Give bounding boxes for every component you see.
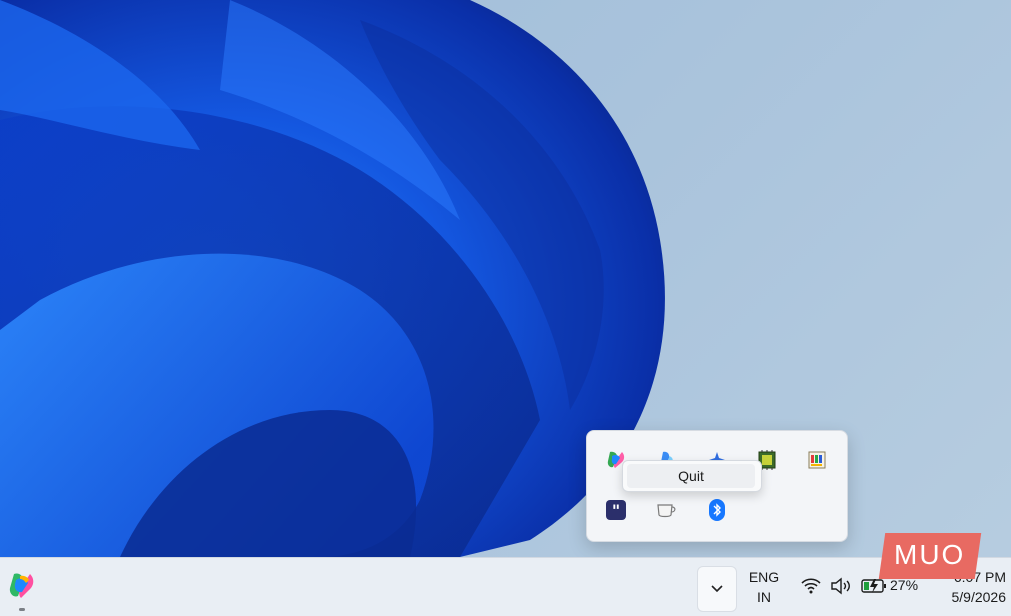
show-hidden-icons-button[interactable]: [697, 566, 737, 612]
copilot-taskbar-button[interactable]: [6, 570, 38, 602]
language-code: ENG: [748, 569, 780, 585]
chevron-down-icon: [711, 585, 723, 593]
battery-percentage: 27%: [890, 577, 919, 593]
battery-charging-icon[interactable]: [860, 576, 888, 596]
taskbar: ENG IN 27% 6:07 PM 5/9/2026: [0, 557, 1011, 616]
copilot-icon: [9, 573, 34, 598]
wallpaper-bloom-image: [0, 0, 665, 557]
palette-tray-icon[interactable]: [805, 448, 829, 472]
bluetooth-tray-icon[interactable]: [705, 498, 729, 522]
quote-app-tray-icon[interactable]: ": [604, 498, 628, 522]
running-app-indicator: [19, 608, 25, 611]
desktop-wallpaper: [0, 0, 1011, 557]
svg-text:": ": [612, 501, 620, 520]
tray-icon-context-menu: Quit: [622, 460, 762, 492]
volume-icon[interactable]: [829, 576, 853, 596]
coffee-cup-tray-icon[interactable]: [655, 498, 679, 522]
watermark-text: MUO: [894, 539, 966, 570]
language-region: IN: [757, 589, 771, 605]
quit-menu-item[interactable]: Quit: [627, 464, 755, 488]
input-language-indicator[interactable]: ENG IN: [744, 567, 784, 607]
wifi-icon[interactable]: [800, 576, 822, 596]
clock-date: 5/9/2026: [951, 589, 1007, 605]
